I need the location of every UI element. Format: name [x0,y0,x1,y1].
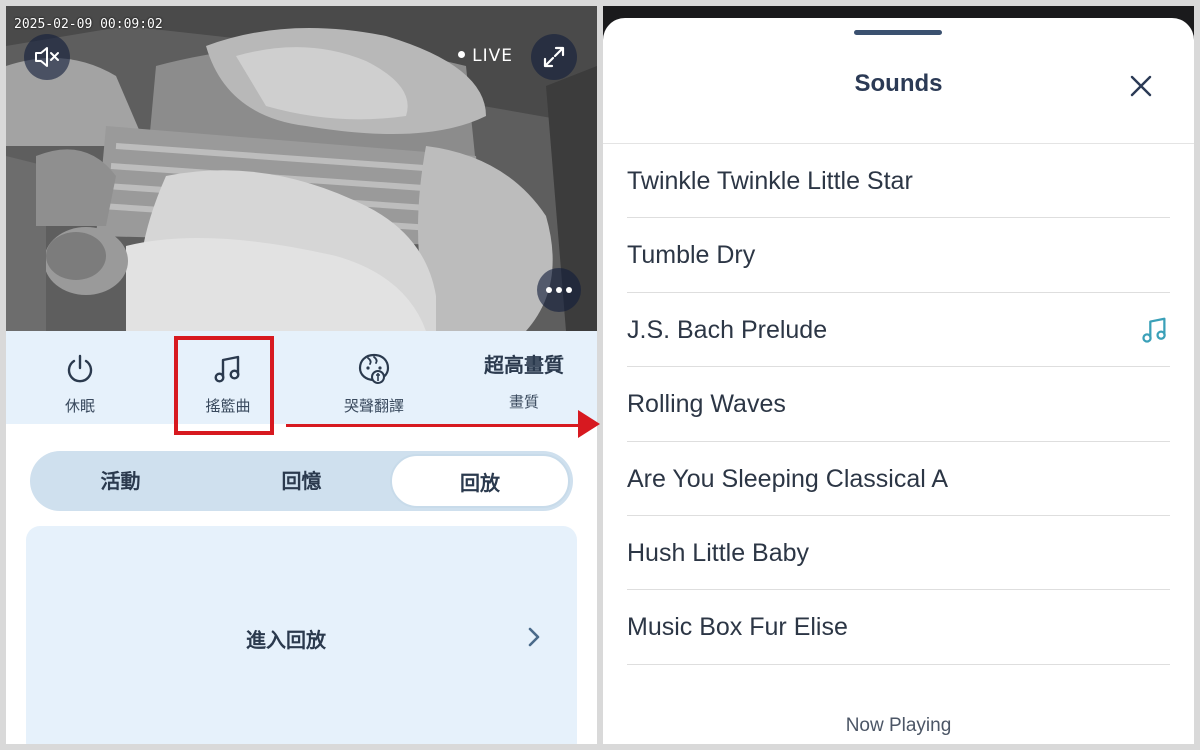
pointer-arrow-head-icon [578,410,600,438]
cry-translate-label: 哭聲翻譯 [343,397,404,415]
tab-switcher: 活動 回憶 回放 [30,451,573,511]
lullaby-button[interactable]: 搖籃曲 [168,331,288,424]
quality-value: 超高畫質 [484,353,564,377]
more-dots-icon [546,287,572,293]
live-dot-icon [458,50,466,58]
sounds-sheet: Sounds Twinkle Twinkle Little Star Tumbl… [603,18,1194,744]
sleep-button[interactable]: 休眠 [20,331,140,424]
live-camera-feed[interactable]: 2025-02-09 00:09:02 LIVE [6,6,597,331]
sheet-title: Sounds [854,70,943,97]
cry-translate-button[interactable]: 哭聲翻譯 [314,331,434,424]
live-indicator: LIVE [458,46,513,66]
list-item[interactable]: Tumble Dry [627,218,1170,293]
mute-button[interactable] [24,34,70,80]
quality-button[interactable]: 超高畫質 畫質 [464,331,584,424]
sheet-drag-handle[interactable] [854,30,942,35]
chevron-right-icon [528,627,540,647]
tab-playback[interactable]: 回放 [390,454,570,508]
quality-label: 畫質 [508,393,539,411]
live-label: LIVE [472,46,513,66]
sound-name: Rolling Waves [627,390,786,419]
list-item[interactable]: Hush Little Baby [627,516,1170,591]
fullscreen-button[interactable] [531,34,577,80]
list-item[interactable]: Are You Sleeping Classical A [627,442,1170,516]
sounds-screen: Sounds Twinkle Twinkle Little Star Tumbl… [603,6,1194,744]
expand-icon [543,46,565,68]
speaker-muted-icon [35,47,59,67]
more-options-button[interactable] [537,268,581,312]
sound-name: J.S. Bach Prelude [627,315,828,344]
sound-name: Hush Little Baby [627,538,810,567]
camera-timestamp: 2025-02-09 00:09:02 [14,17,163,32]
enter-playback-label: 進入回放 [246,628,326,652]
lullaby-label: 搖籃曲 [205,397,251,415]
music-note-icon [214,355,240,383]
close-icon[interactable] [1129,74,1153,98]
camera-screen: 2025-02-09 00:09:02 LIVE 休眠 搖籃曲 哭聲翻譯 超高畫… [6,6,597,744]
sound-name: Tumble Dry [627,241,756,270]
control-toolbar: 休眠 搖籃曲 哭聲翻譯 超高畫質 畫質 [6,331,597,424]
list-item[interactable]: J.S. Bach Prelude [627,293,1170,368]
enter-playback-card[interactable]: 進入回放 [26,526,577,744]
sleep-label: 休眠 [64,397,95,415]
baby-face-icon [358,353,390,384]
list-item[interactable]: Music Box Fur Elise [627,590,1170,665]
list-item[interactable]: Twinkle Twinkle Little Star [627,144,1170,219]
sound-name: Twinkle Twinkle Little Star [627,167,913,195]
power-icon [67,354,93,383]
pointer-arrow-line [286,424,586,427]
sound-list: Twinkle Twinkle Little Star Tumble Dry J… [627,144,1170,665]
now-playing-label: Now Playing [845,715,952,736]
tab-activity[interactable]: 活動 [30,451,211,511]
sound-name: Music Box Fur Elise [627,613,848,642]
sound-name: Are You Sleeping Classical A [627,464,949,493]
music-note-icon [1142,317,1166,343]
list-item[interactable]: Rolling Waves [627,367,1170,442]
tab-memories[interactable]: 回憶 [211,451,392,511]
